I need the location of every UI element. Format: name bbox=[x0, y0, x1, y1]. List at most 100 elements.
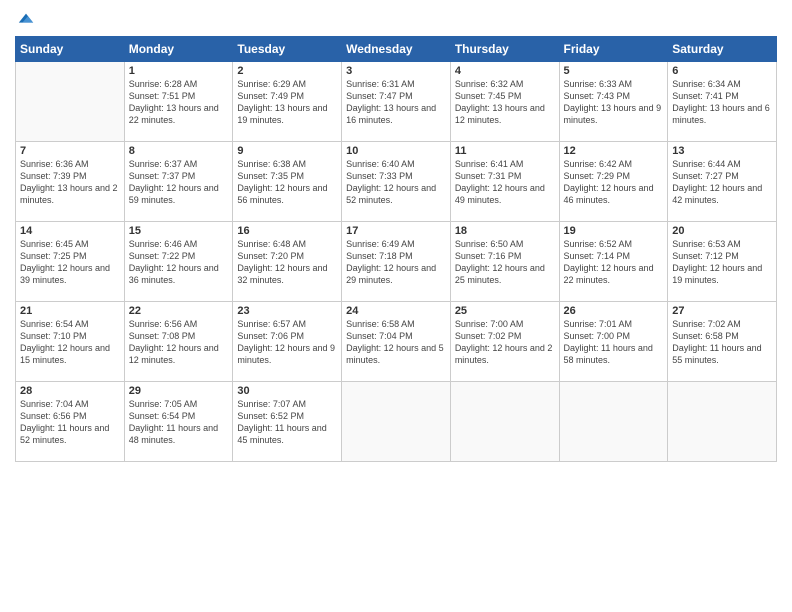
calendar-week-row: 28Sunrise: 7:04 AM Sunset: 6:56 PM Dayli… bbox=[16, 382, 777, 462]
day-info: Sunrise: 7:00 AM Sunset: 7:02 PM Dayligh… bbox=[455, 318, 555, 367]
calendar-cell: 5Sunrise: 6:33 AM Sunset: 7:43 PM Daylig… bbox=[559, 62, 668, 142]
day-number: 6 bbox=[672, 65, 772, 77]
day-number: 17 bbox=[346, 225, 446, 237]
page: SundayMondayTuesdayWednesdayThursdayFrid… bbox=[0, 0, 792, 612]
day-number: 25 bbox=[455, 305, 555, 317]
day-number: 20 bbox=[672, 225, 772, 237]
calendar-cell bbox=[16, 62, 125, 142]
day-info: Sunrise: 6:41 AM Sunset: 7:31 PM Dayligh… bbox=[455, 158, 555, 207]
day-info: Sunrise: 7:02 AM Sunset: 6:58 PM Dayligh… bbox=[672, 318, 772, 367]
day-info: Sunrise: 6:58 AM Sunset: 7:04 PM Dayligh… bbox=[346, 318, 446, 367]
day-info: Sunrise: 6:33 AM Sunset: 7:43 PM Dayligh… bbox=[564, 78, 664, 127]
day-info: Sunrise: 6:32 AM Sunset: 7:45 PM Dayligh… bbox=[455, 78, 555, 127]
calendar-cell: 19Sunrise: 6:52 AM Sunset: 7:14 PM Dayli… bbox=[559, 222, 668, 302]
calendar-cell: 18Sunrise: 6:50 AM Sunset: 7:16 PM Dayli… bbox=[450, 222, 559, 302]
calendar-cell bbox=[342, 382, 451, 462]
calendar-cell: 26Sunrise: 7:01 AM Sunset: 7:00 PM Dayli… bbox=[559, 302, 668, 382]
calendar-cell: 20Sunrise: 6:53 AM Sunset: 7:12 PM Dayli… bbox=[668, 222, 777, 302]
calendar-cell bbox=[559, 382, 668, 462]
day-info: Sunrise: 6:37 AM Sunset: 7:37 PM Dayligh… bbox=[129, 158, 229, 207]
calendar-day-header: Thursday bbox=[450, 37, 559, 62]
day-number: 8 bbox=[129, 145, 229, 157]
day-info: Sunrise: 6:44 AM Sunset: 7:27 PM Dayligh… bbox=[672, 158, 772, 207]
calendar-cell: 28Sunrise: 7:04 AM Sunset: 6:56 PM Dayli… bbox=[16, 382, 125, 462]
calendar-cell: 30Sunrise: 7:07 AM Sunset: 6:52 PM Dayli… bbox=[233, 382, 342, 462]
day-info: Sunrise: 6:36 AM Sunset: 7:39 PM Dayligh… bbox=[20, 158, 120, 207]
day-info: Sunrise: 6:40 AM Sunset: 7:33 PM Dayligh… bbox=[346, 158, 446, 207]
calendar-day-header: Saturday bbox=[668, 37, 777, 62]
calendar-week-row: 1Sunrise: 6:28 AM Sunset: 7:51 PM Daylig… bbox=[16, 62, 777, 142]
day-info: Sunrise: 6:28 AM Sunset: 7:51 PM Dayligh… bbox=[129, 78, 229, 127]
day-number: 27 bbox=[672, 305, 772, 317]
day-info: Sunrise: 7:01 AM Sunset: 7:00 PM Dayligh… bbox=[564, 318, 664, 367]
calendar-day-header: Sunday bbox=[16, 37, 125, 62]
calendar-cell: 3Sunrise: 6:31 AM Sunset: 7:47 PM Daylig… bbox=[342, 62, 451, 142]
calendar-cell: 23Sunrise: 6:57 AM Sunset: 7:06 PM Dayli… bbox=[233, 302, 342, 382]
day-info: Sunrise: 6:48 AM Sunset: 7:20 PM Dayligh… bbox=[237, 238, 337, 287]
day-number: 26 bbox=[564, 305, 664, 317]
calendar-cell: 17Sunrise: 6:49 AM Sunset: 7:18 PM Dayli… bbox=[342, 222, 451, 302]
calendar-header-row: SundayMondayTuesdayWednesdayThursdayFrid… bbox=[16, 37, 777, 62]
calendar-cell: 22Sunrise: 6:56 AM Sunset: 7:08 PM Dayli… bbox=[124, 302, 233, 382]
calendar-week-row: 14Sunrise: 6:45 AM Sunset: 7:25 PM Dayli… bbox=[16, 222, 777, 302]
logo bbox=[15, 10, 35, 28]
calendar-cell: 29Sunrise: 7:05 AM Sunset: 6:54 PM Dayli… bbox=[124, 382, 233, 462]
calendar-cell: 7Sunrise: 6:36 AM Sunset: 7:39 PM Daylig… bbox=[16, 142, 125, 222]
calendar-cell: 25Sunrise: 7:00 AM Sunset: 7:02 PM Dayli… bbox=[450, 302, 559, 382]
calendar-day-header: Tuesday bbox=[233, 37, 342, 62]
day-number: 2 bbox=[237, 65, 337, 77]
day-number: 12 bbox=[564, 145, 664, 157]
day-info: Sunrise: 6:29 AM Sunset: 7:49 PM Dayligh… bbox=[237, 78, 337, 127]
day-info: Sunrise: 6:56 AM Sunset: 7:08 PM Dayligh… bbox=[129, 318, 229, 367]
calendar-cell: 14Sunrise: 6:45 AM Sunset: 7:25 PM Dayli… bbox=[16, 222, 125, 302]
calendar-cell: 27Sunrise: 7:02 AM Sunset: 6:58 PM Dayli… bbox=[668, 302, 777, 382]
logo-text bbox=[15, 10, 35, 28]
day-number: 29 bbox=[129, 385, 229, 397]
day-number: 24 bbox=[346, 305, 446, 317]
day-number: 19 bbox=[564, 225, 664, 237]
day-number: 23 bbox=[237, 305, 337, 317]
calendar-cell bbox=[450, 382, 559, 462]
calendar-cell: 8Sunrise: 6:37 AM Sunset: 7:37 PM Daylig… bbox=[124, 142, 233, 222]
calendar-table: SundayMondayTuesdayWednesdayThursdayFrid… bbox=[15, 36, 777, 462]
day-number: 30 bbox=[237, 385, 337, 397]
day-info: Sunrise: 6:54 AM Sunset: 7:10 PM Dayligh… bbox=[20, 318, 120, 367]
calendar-cell: 16Sunrise: 6:48 AM Sunset: 7:20 PM Dayli… bbox=[233, 222, 342, 302]
calendar-cell: 1Sunrise: 6:28 AM Sunset: 7:51 PM Daylig… bbox=[124, 62, 233, 142]
day-info: Sunrise: 6:49 AM Sunset: 7:18 PM Dayligh… bbox=[346, 238, 446, 287]
day-info: Sunrise: 7:07 AM Sunset: 6:52 PM Dayligh… bbox=[237, 398, 337, 447]
day-info: Sunrise: 6:52 AM Sunset: 7:14 PM Dayligh… bbox=[564, 238, 664, 287]
day-number: 22 bbox=[129, 305, 229, 317]
header bbox=[15, 10, 777, 28]
day-number: 21 bbox=[20, 305, 120, 317]
calendar-cell bbox=[668, 382, 777, 462]
calendar-cell: 6Sunrise: 6:34 AM Sunset: 7:41 PM Daylig… bbox=[668, 62, 777, 142]
calendar-cell: 4Sunrise: 6:32 AM Sunset: 7:45 PM Daylig… bbox=[450, 62, 559, 142]
day-number: 1 bbox=[129, 65, 229, 77]
calendar-cell: 15Sunrise: 6:46 AM Sunset: 7:22 PM Dayli… bbox=[124, 222, 233, 302]
calendar-cell: 10Sunrise: 6:40 AM Sunset: 7:33 PM Dayli… bbox=[342, 142, 451, 222]
calendar-cell: 12Sunrise: 6:42 AM Sunset: 7:29 PM Dayli… bbox=[559, 142, 668, 222]
calendar-cell: 24Sunrise: 6:58 AM Sunset: 7:04 PM Dayli… bbox=[342, 302, 451, 382]
day-info: Sunrise: 7:04 AM Sunset: 6:56 PM Dayligh… bbox=[20, 398, 120, 447]
logo-icon bbox=[17, 10, 35, 28]
day-info: Sunrise: 6:31 AM Sunset: 7:47 PM Dayligh… bbox=[346, 78, 446, 127]
day-info: Sunrise: 6:50 AM Sunset: 7:16 PM Dayligh… bbox=[455, 238, 555, 287]
day-number: 5 bbox=[564, 65, 664, 77]
day-info: Sunrise: 6:57 AM Sunset: 7:06 PM Dayligh… bbox=[237, 318, 337, 367]
calendar-cell: 2Sunrise: 6:29 AM Sunset: 7:49 PM Daylig… bbox=[233, 62, 342, 142]
day-info: Sunrise: 6:34 AM Sunset: 7:41 PM Dayligh… bbox=[672, 78, 772, 127]
day-number: 7 bbox=[20, 145, 120, 157]
day-info: Sunrise: 6:46 AM Sunset: 7:22 PM Dayligh… bbox=[129, 238, 229, 287]
day-number: 11 bbox=[455, 145, 555, 157]
calendar-cell: 13Sunrise: 6:44 AM Sunset: 7:27 PM Dayli… bbox=[668, 142, 777, 222]
day-info: Sunrise: 6:45 AM Sunset: 7:25 PM Dayligh… bbox=[20, 238, 120, 287]
day-info: Sunrise: 7:05 AM Sunset: 6:54 PM Dayligh… bbox=[129, 398, 229, 447]
calendar-week-row: 7Sunrise: 6:36 AM Sunset: 7:39 PM Daylig… bbox=[16, 142, 777, 222]
day-number: 13 bbox=[672, 145, 772, 157]
day-number: 14 bbox=[20, 225, 120, 237]
calendar-cell: 11Sunrise: 6:41 AM Sunset: 7:31 PM Dayli… bbox=[450, 142, 559, 222]
calendar-cell: 9Sunrise: 6:38 AM Sunset: 7:35 PM Daylig… bbox=[233, 142, 342, 222]
day-info: Sunrise: 6:42 AM Sunset: 7:29 PM Dayligh… bbox=[564, 158, 664, 207]
day-number: 16 bbox=[237, 225, 337, 237]
